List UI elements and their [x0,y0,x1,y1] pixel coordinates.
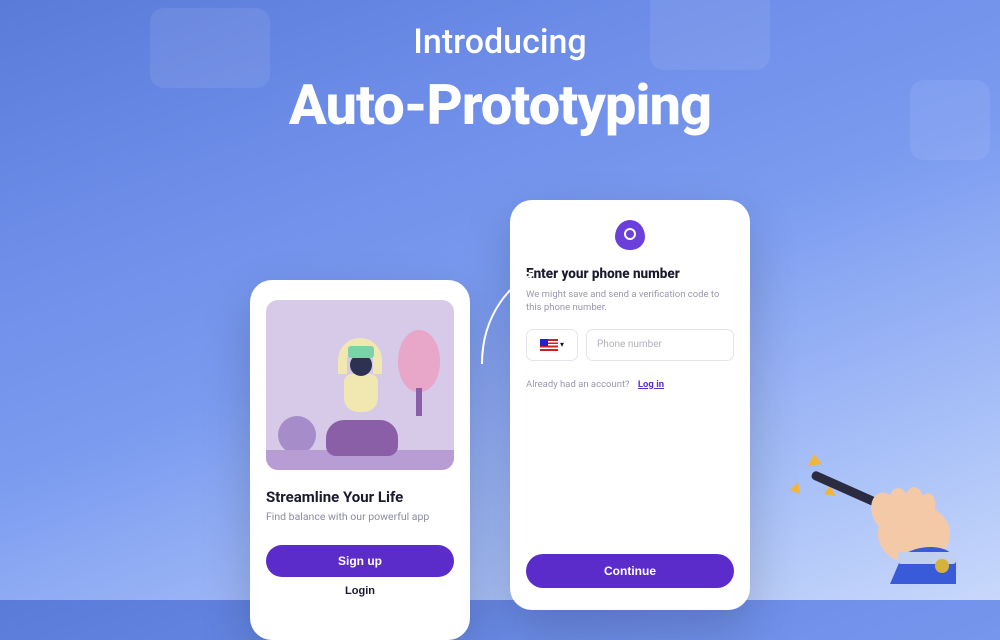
phone-mockups: Streamline Your Life Find balance with o… [0,200,1000,600]
already-account-text: Already had an account? Log in [526,379,734,390]
phone-onboarding: Streamline Your Life Find balance with o… [250,280,470,640]
phone-enter-number: Enter your phone number We might save an… [510,200,750,610]
bg-decor-card [150,8,270,88]
chevron-down-icon: ▾ [560,340,564,349]
bg-decor-card [650,0,770,70]
us-flag-icon [540,339,558,351]
onboarding-heading: Streamline Your Life [266,488,454,506]
phone-heading: Enter your phone number [526,266,734,282]
already-label: Already had an account? [526,379,630,390]
person-binoculars-icon [308,336,408,456]
phone-input-row: ▾ Phone number [526,329,734,361]
continue-button[interactable]: Continue [526,554,734,588]
hero-title: Auto-Prototyping [0,72,1000,138]
app-logo-icon [615,220,645,250]
phone-sub: We might save and send a verification co… [526,288,734,315]
country-code-selector[interactable]: ▾ [526,329,578,361]
signup-button[interactable]: Sign up [266,545,454,577]
login-button[interactable]: Login [266,585,454,597]
onboarding-sub: Find balance with our powerful app [266,510,454,523]
bg-decor-card [910,80,990,160]
phone-number-input[interactable]: Phone number [586,329,734,361]
onboarding-illustration [266,300,454,470]
login-link[interactable]: Log in [638,379,664,390]
